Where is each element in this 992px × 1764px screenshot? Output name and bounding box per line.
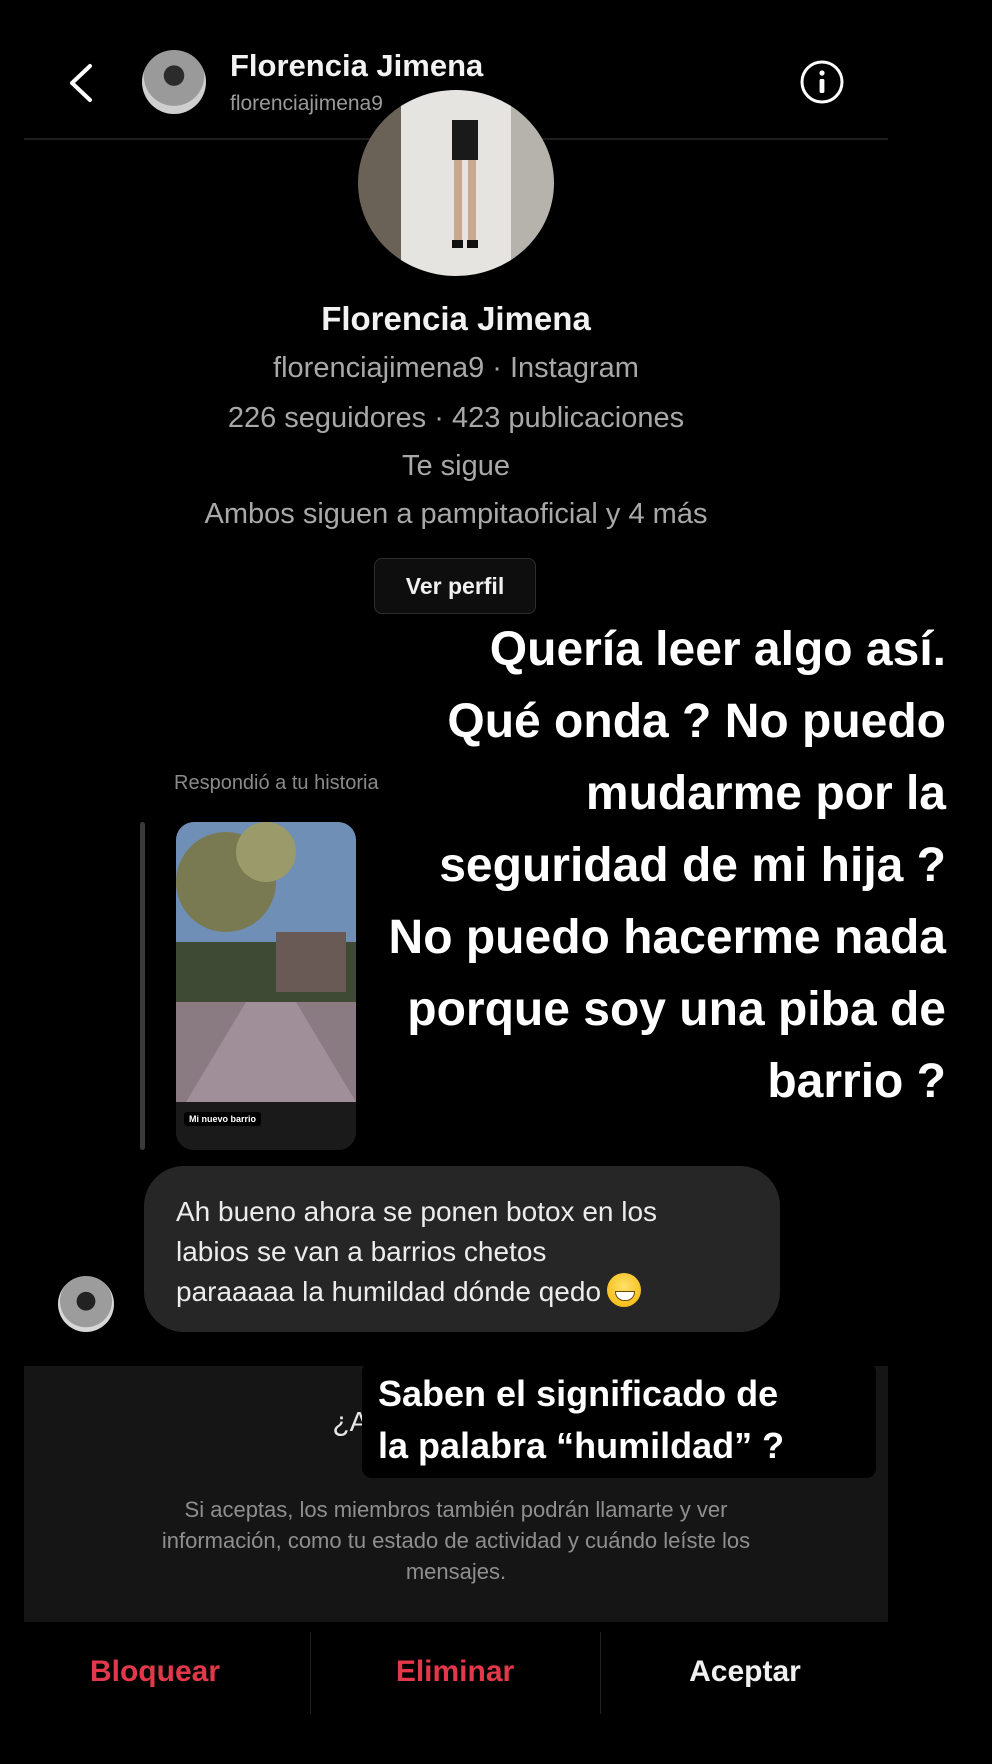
delete-button[interactable]: Eliminar: [310, 1622, 600, 1722]
profile-handle-line: florenciajimena9 · Instagram: [273, 352, 639, 384]
mutual-followers-line: Ambos siguen a pampitaoficial y 4 más: [204, 498, 708, 530]
header-username: florenciajimena9: [230, 92, 383, 115]
profile-name: Florencia Jimena: [321, 300, 591, 337]
block-button[interactable]: Bloquear: [0, 1622, 310, 1722]
overlay-text-line: Saben el significado de: [378, 1373, 779, 1414]
header-name[interactable]: Florencia Jimena: [230, 48, 483, 84]
overlay-text-line: la palabra “humildad” ?: [378, 1425, 785, 1466]
overlay-text-box: Saben el significado de la palabra “humi…: [362, 1362, 876, 1478]
grinning-sweat-emoji: [607, 1273, 642, 1307]
header-avatar[interactable]: [142, 50, 206, 114]
overlay-text-line: barrio ?: [759, 1046, 954, 1118]
view-profile-button[interactable]: Ver perfil: [374, 558, 536, 614]
profile-figure-image: [452, 120, 478, 248]
profile-stats-line: 226 seguidores · 423 publicaciones: [227, 402, 685, 434]
overlay-text-line: No puedo hacerme nada: [380, 902, 954, 974]
story-caption: Mi nuevo barrio: [184, 1112, 262, 1126]
overlay-text-line: Quería leer algo así.: [481, 614, 954, 686]
follows-you-label: Te sigue: [401, 450, 510, 482]
accept-button[interactable]: Aceptar: [600, 1622, 890, 1722]
message-line: paraaaaa la humildad dónde qedo: [176, 1276, 602, 1307]
story-reply-label: Respondió a tu historia: [174, 772, 379, 794]
message-bubble[interactable]: Ah bueno ahora se ponen botox en los lab…: [144, 1166, 780, 1332]
message-line: Ah bueno ahora se ponen botox en los: [176, 1196, 658, 1227]
overlay-text-line: mudarme por la: [577, 758, 954, 830]
overlay-text-line: Qué onda ? No puedo: [439, 686, 954, 758]
story-thumbnail-image: [176, 822, 356, 1150]
overlay-text-line: porque soy una piba de: [399, 974, 954, 1046]
sender-avatar[interactable]: [58, 1276, 114, 1332]
request-description: Si aceptas, los miembros también podrán …: [90, 1494, 822, 1587]
back-icon[interactable]: [62, 60, 102, 106]
message-line: labios se van a barrios chetos: [176, 1236, 547, 1267]
story-thumbnail[interactable]: Mi nuevo barrio: [176, 822, 356, 1150]
overlay-text-line: seguridad de mi hija ?: [431, 830, 954, 902]
info-icon[interactable]: [798, 58, 846, 106]
request-description-line: información, como tu estado de actividad…: [161, 1528, 751, 1553]
request-description-line: Si aceptas, los miembros también podrán …: [184, 1497, 728, 1522]
profile-photo[interactable]: [358, 90, 554, 276]
story-reply-bar: [140, 822, 145, 1150]
request-description-line: mensajes.: [405, 1559, 507, 1584]
